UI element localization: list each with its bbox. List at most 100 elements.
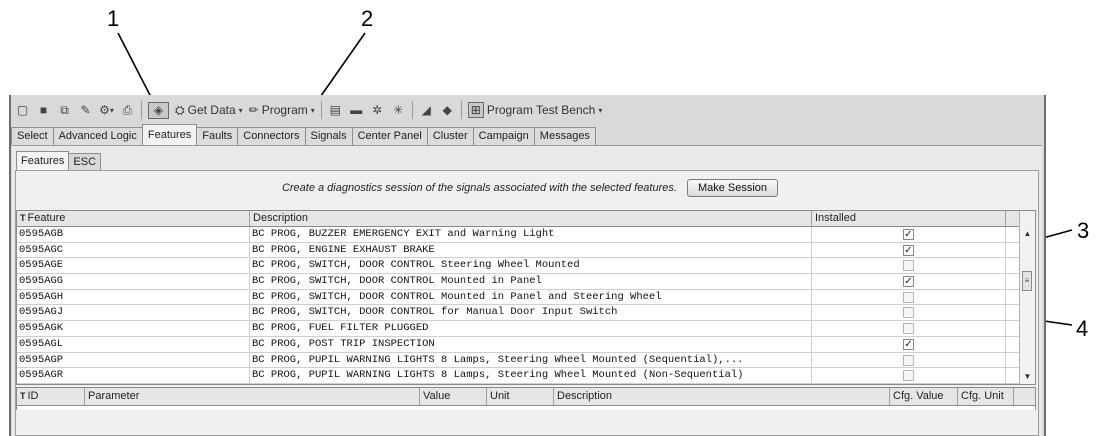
installed-checkbox-unchecked[interactable] (903, 370, 914, 382)
table-row[interactable]: 0595AGH BC PROG, SWITCH, DOOR CONTROL Mou… (17, 289, 1019, 306)
column-header-value[interactable]: Value (420, 388, 487, 405)
program-test-bench-menu[interactable]: ⊞ Program Test Bench ▾ (467, 102, 603, 118)
table-row[interactable]: 0595AGC BC PROG, ENGINE EXHAUST BRAKE ✓ (17, 242, 1019, 259)
tab-faults[interactable]: Faults (196, 127, 239, 145)
tab-cluster[interactable]: Cluster (426, 127, 474, 145)
vertical-scrollbar[interactable]: ▲ ≡ ▼ (1019, 211, 1035, 384)
callout-2: 2 (361, 6, 374, 31)
print-icon[interactable]: ⎙ (120, 103, 135, 118)
feature-description-cell: BC PROG, SWITCH, DOOR CONTROL for Manual… (250, 305, 812, 321)
table-row[interactable]: 0595AGE BC PROG, SWITCH, DOOR CONTROL Ste… (17, 258, 1019, 275)
gear-dropdown-icon[interactable]: ⚙ ▾ (99, 103, 114, 118)
column-header-installed[interactable]: Installed (812, 211, 1006, 226)
session-bar: Create a diagnostics session of the sign… (16, 171, 1038, 205)
feature-rows: 0595AGB BC PROG, BUZZER EMERGENCY EXIT an… (17, 227, 1019, 384)
installed-checkbox-checked[interactable]: ✓ (903, 229, 914, 240)
installed-cell: ✓ (812, 274, 1006, 289)
scroll-up-icon[interactable]: ▲ (1020, 227, 1035, 241)
installed-cell (812, 289, 1006, 305)
installed-checkbox-unchecked[interactable] (903, 354, 914, 366)
feature-description-cell: BC PROG, FUEL FILTER PLUGGED (250, 321, 812, 336)
feature-code-cell: 0595AGL (17, 336, 250, 352)
tab-features[interactable]: Features (141, 124, 198, 145)
sub-tabs: Features ESC (16, 151, 102, 170)
installed-cell: ✓ (812, 227, 1006, 242)
bug-alt-icon[interactable]: ✳ (391, 103, 406, 118)
tab-advanced-logic[interactable]: Advanced Logic (52, 127, 143, 145)
table-row[interactable]: 0595AGL BC PROG, POST TRIP INSPECTION ✓ (17, 336, 1019, 353)
features-panel: Features ESC Create a diagnostics sessio… (12, 145, 1042, 436)
table-row[interactable]: 0595AGR BC PROG, PUPIL WARNING LIGHTS 8 L… (17, 368, 1019, 384)
features-content: Create a diagnostics session of the sign… (15, 170, 1039, 436)
column-header-id[interactable]: T ID (17, 388, 85, 405)
installed-cell (812, 258, 1006, 274)
column-header-feature[interactable]: T Feature (17, 211, 250, 226)
toolbar-divider (460, 101, 462, 119)
table-row[interactable]: 0595AGG BC PROG, SWITCH, DOOR CONTROL Mou… (17, 274, 1019, 290)
table-row[interactable]: 0595AGP BC PROG, PUPIL WARNING LIGHTS 8 L… (17, 352, 1019, 369)
chevron-down-icon: ▾ (598, 105, 603, 115)
eraser-icon[interactable]: ◢ (419, 103, 434, 118)
callout-4: 4 (1076, 316, 1089, 341)
tab-connectors[interactable]: Connectors (237, 127, 306, 145)
tab-features-sub[interactable]: Features (16, 151, 70, 170)
feature-description-cell: BC PROG, POST TRIP INSPECTION (250, 336, 812, 352)
tab-center-panel[interactable]: Center Panel (351, 127, 428, 145)
installed-cell: ✓ (812, 242, 1006, 258)
feature-code-cell: 0595AGC (17, 242, 250, 258)
connect-icon[interactable]: ◈ (148, 101, 169, 119)
table-row[interactable]: 0595AGK BC PROG, FUEL FILTER PLUGGED (17, 321, 1019, 337)
get-data-label: Get Data (187, 103, 236, 117)
bug-icon[interactable]: ✲ (370, 103, 385, 118)
copy-icon[interactable]: ⧉ (57, 103, 72, 118)
feature-description-cell: BC PROG, SWITCH, DOOR CONTROL Steering W… (250, 258, 812, 274)
filter-icon[interactable]: T (20, 213, 26, 223)
program-label: Program (261, 103, 308, 117)
new-document-icon[interactable]: ▢ (15, 103, 30, 118)
column-header-description[interactable]: Description (250, 211, 812, 226)
installed-cell (812, 368, 1006, 383)
installed-checkbox-checked[interactable]: ✓ (903, 244, 914, 256)
monitor-icon[interactable]: ▬ (349, 103, 364, 118)
tab-select[interactable]: Select (11, 127, 54, 145)
installed-checkbox-unchecked[interactable] (903, 323, 914, 335)
chevron-down-icon: ▾ (238, 105, 243, 115)
feature-code-cell: 0595AGH (17, 289, 250, 305)
program-menu[interactable]: ✏ Program ▾ (249, 103, 315, 117)
column-header-description[interactable]: Description (554, 388, 890, 405)
report-icon[interactable]: ▤ (328, 103, 343, 118)
column-header-cfg-unit[interactable]: Cfg. Unit (958, 388, 1014, 405)
save-icon[interactable]: ■ (36, 103, 51, 118)
tab-messages[interactable]: Messages (533, 127, 596, 145)
column-label: Feature (27, 212, 66, 224)
table-row[interactable]: 0595AGB BC PROG, BUZZER EMERGENCY EXIT an… (17, 227, 1019, 243)
toolbar: ▢ ■ ⧉ ✎ ⚙ ▾ ⎙ ◈ ⛭ Get Data ▾ ✏ Program ▾ … (11, 95, 1044, 125)
installed-checkbox-checked[interactable]: ✓ (903, 276, 914, 288)
get-data-menu[interactable]: ⛭ Get Data ▾ (175, 103, 243, 118)
chevron-down-icon: ▾ (310, 105, 315, 115)
callout-3: 3 (1077, 218, 1090, 243)
tab-esc[interactable]: ESC (68, 153, 102, 170)
column-header-unit[interactable]: Unit (487, 388, 554, 405)
installed-checkbox-unchecked[interactable] (903, 307, 914, 319)
tab-signals[interactable]: Signals (304, 127, 353, 145)
tab-campaign[interactable]: Campaign (472, 127, 535, 145)
callout-2-line (315, 32, 366, 104)
feature-code-cell: 0595AGG (17, 274, 250, 289)
scroll-thumb[interactable]: ≡ (1022, 271, 1032, 291)
scroll-down-icon[interactable]: ▼ (1020, 370, 1035, 384)
feature-description-cell: BC PROG, ENGINE EXHAUST BRAKE (250, 242, 812, 258)
paint-icon[interactable]: ◆ (440, 103, 455, 118)
filter-icon[interactable]: T (20, 391, 26, 401)
feature-code-cell: 0595AGB (17, 227, 250, 242)
column-header-cfg-value[interactable]: Cfg. Value (890, 388, 958, 405)
table-row[interactable]: 0595AGJ BC PROG, SWITCH, DOOR CONTROL for… (17, 305, 1019, 322)
column-header-parameter[interactable]: Parameter (85, 388, 420, 405)
installed-checkbox-unchecked[interactable] (903, 291, 914, 303)
feature-code-cell: 0595AGJ (17, 305, 250, 321)
tools-icon[interactable]: ✎ (78, 103, 93, 118)
feature-code-cell: 0595AGK (17, 321, 250, 336)
installed-checkbox-checked[interactable]: ✓ (903, 338, 914, 350)
installed-checkbox-unchecked[interactable] (903, 260, 914, 272)
make-session-button[interactable]: Make Session (686, 179, 779, 197)
